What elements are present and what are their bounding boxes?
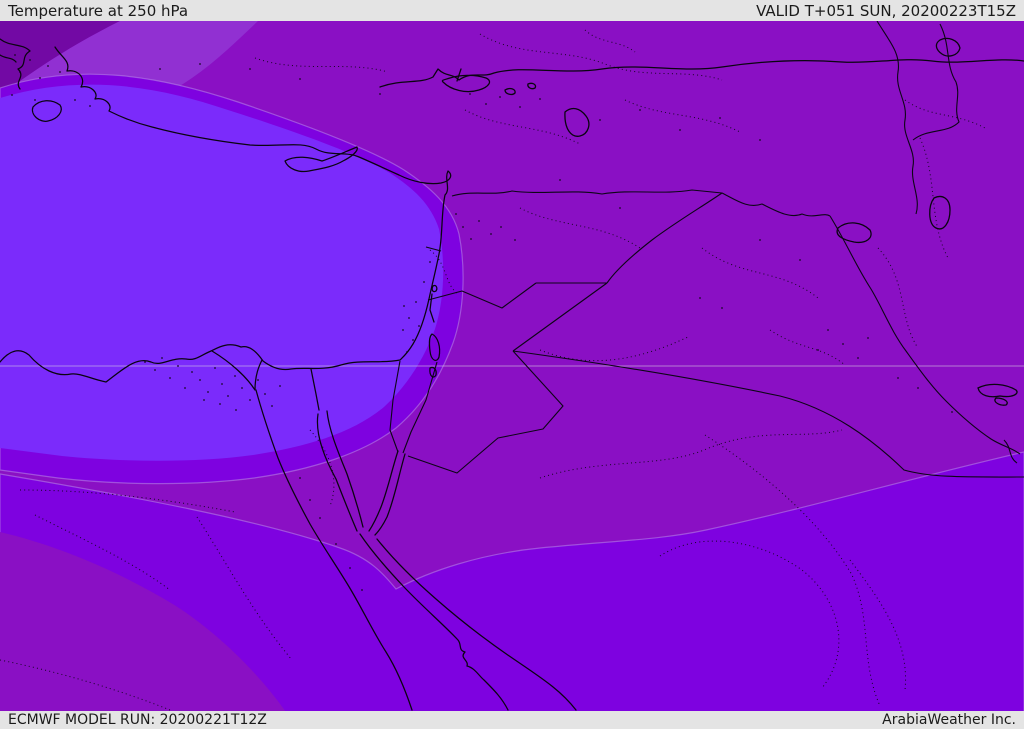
map-title: Temperature at 250 hPa	[8, 1, 189, 20]
valid-time-label: VALID T+051 SUN, 20200223T15Z	[756, 1, 1016, 20]
weather-map-app: Temperature at 250 hPa VALID T+051 SUN, …	[0, 0, 1024, 729]
title-bar: Temperature at 250 hPa VALID T+051 SUN, …	[0, 0, 1024, 21]
brand-label: ArabiaWeather Inc.	[882, 712, 1016, 728]
map-area	[0, 21, 1024, 711]
status-bar: ECMWF MODEL RUN: 20200221T12Z ArabiaWeat…	[0, 711, 1024, 729]
temperature-map-canvas	[0, 21, 1024, 711]
model-run-label: ECMWF MODEL RUN: 20200221T12Z	[8, 712, 267, 728]
